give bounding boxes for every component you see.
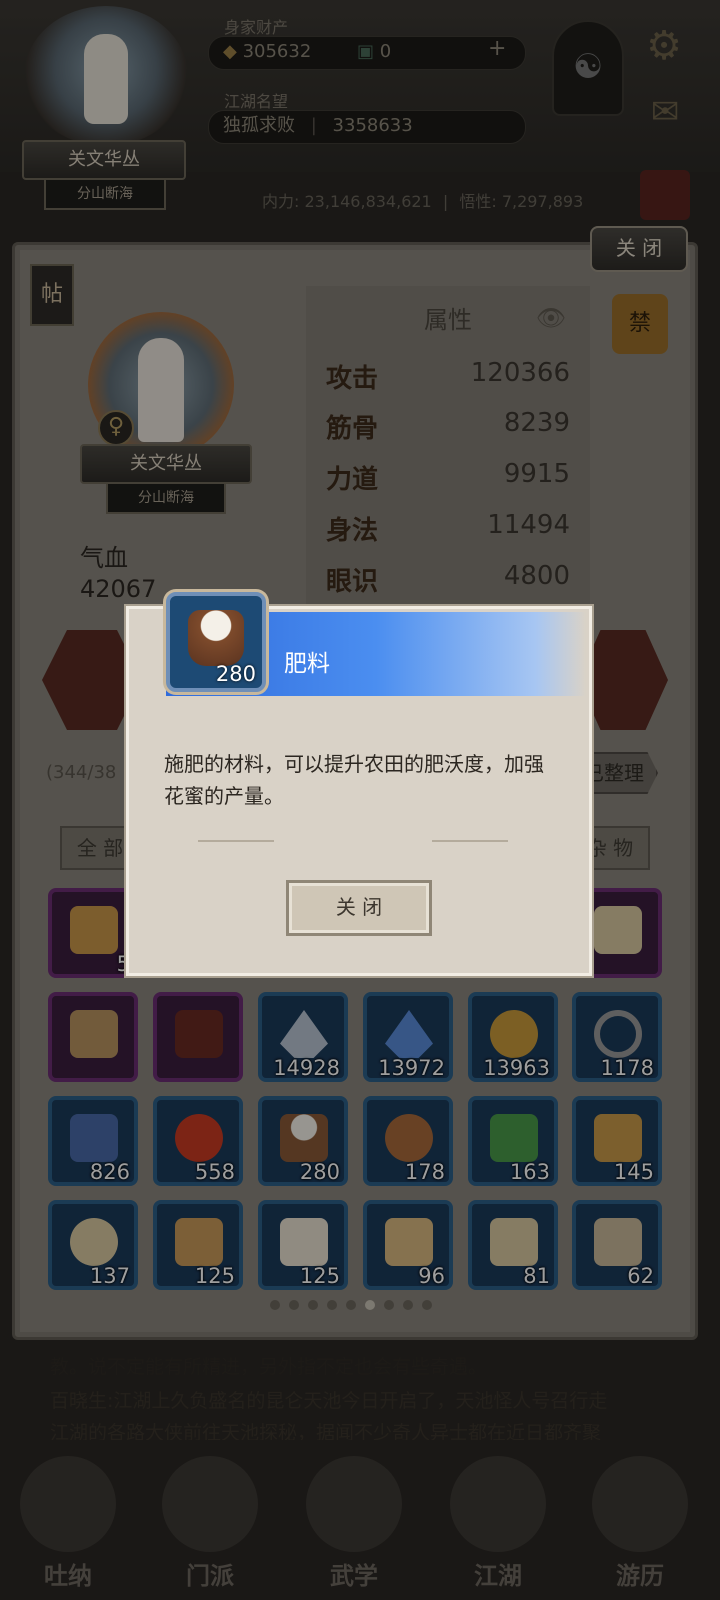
item-count: 280 — [215, 662, 256, 686]
dialog-close-button[interactable]: 关 闭 — [286, 880, 432, 936]
divider — [198, 840, 274, 842]
fertilizer-bag-icon — [188, 610, 244, 666]
fertilizer-item-slot: 280 — [166, 592, 266, 692]
divider — [432, 840, 508, 842]
item-description: 施肥的材料，可以提升农田的肥沃度，加强花蜜的产量。 — [164, 752, 544, 808]
item-name: 肥料 — [284, 651, 330, 677]
